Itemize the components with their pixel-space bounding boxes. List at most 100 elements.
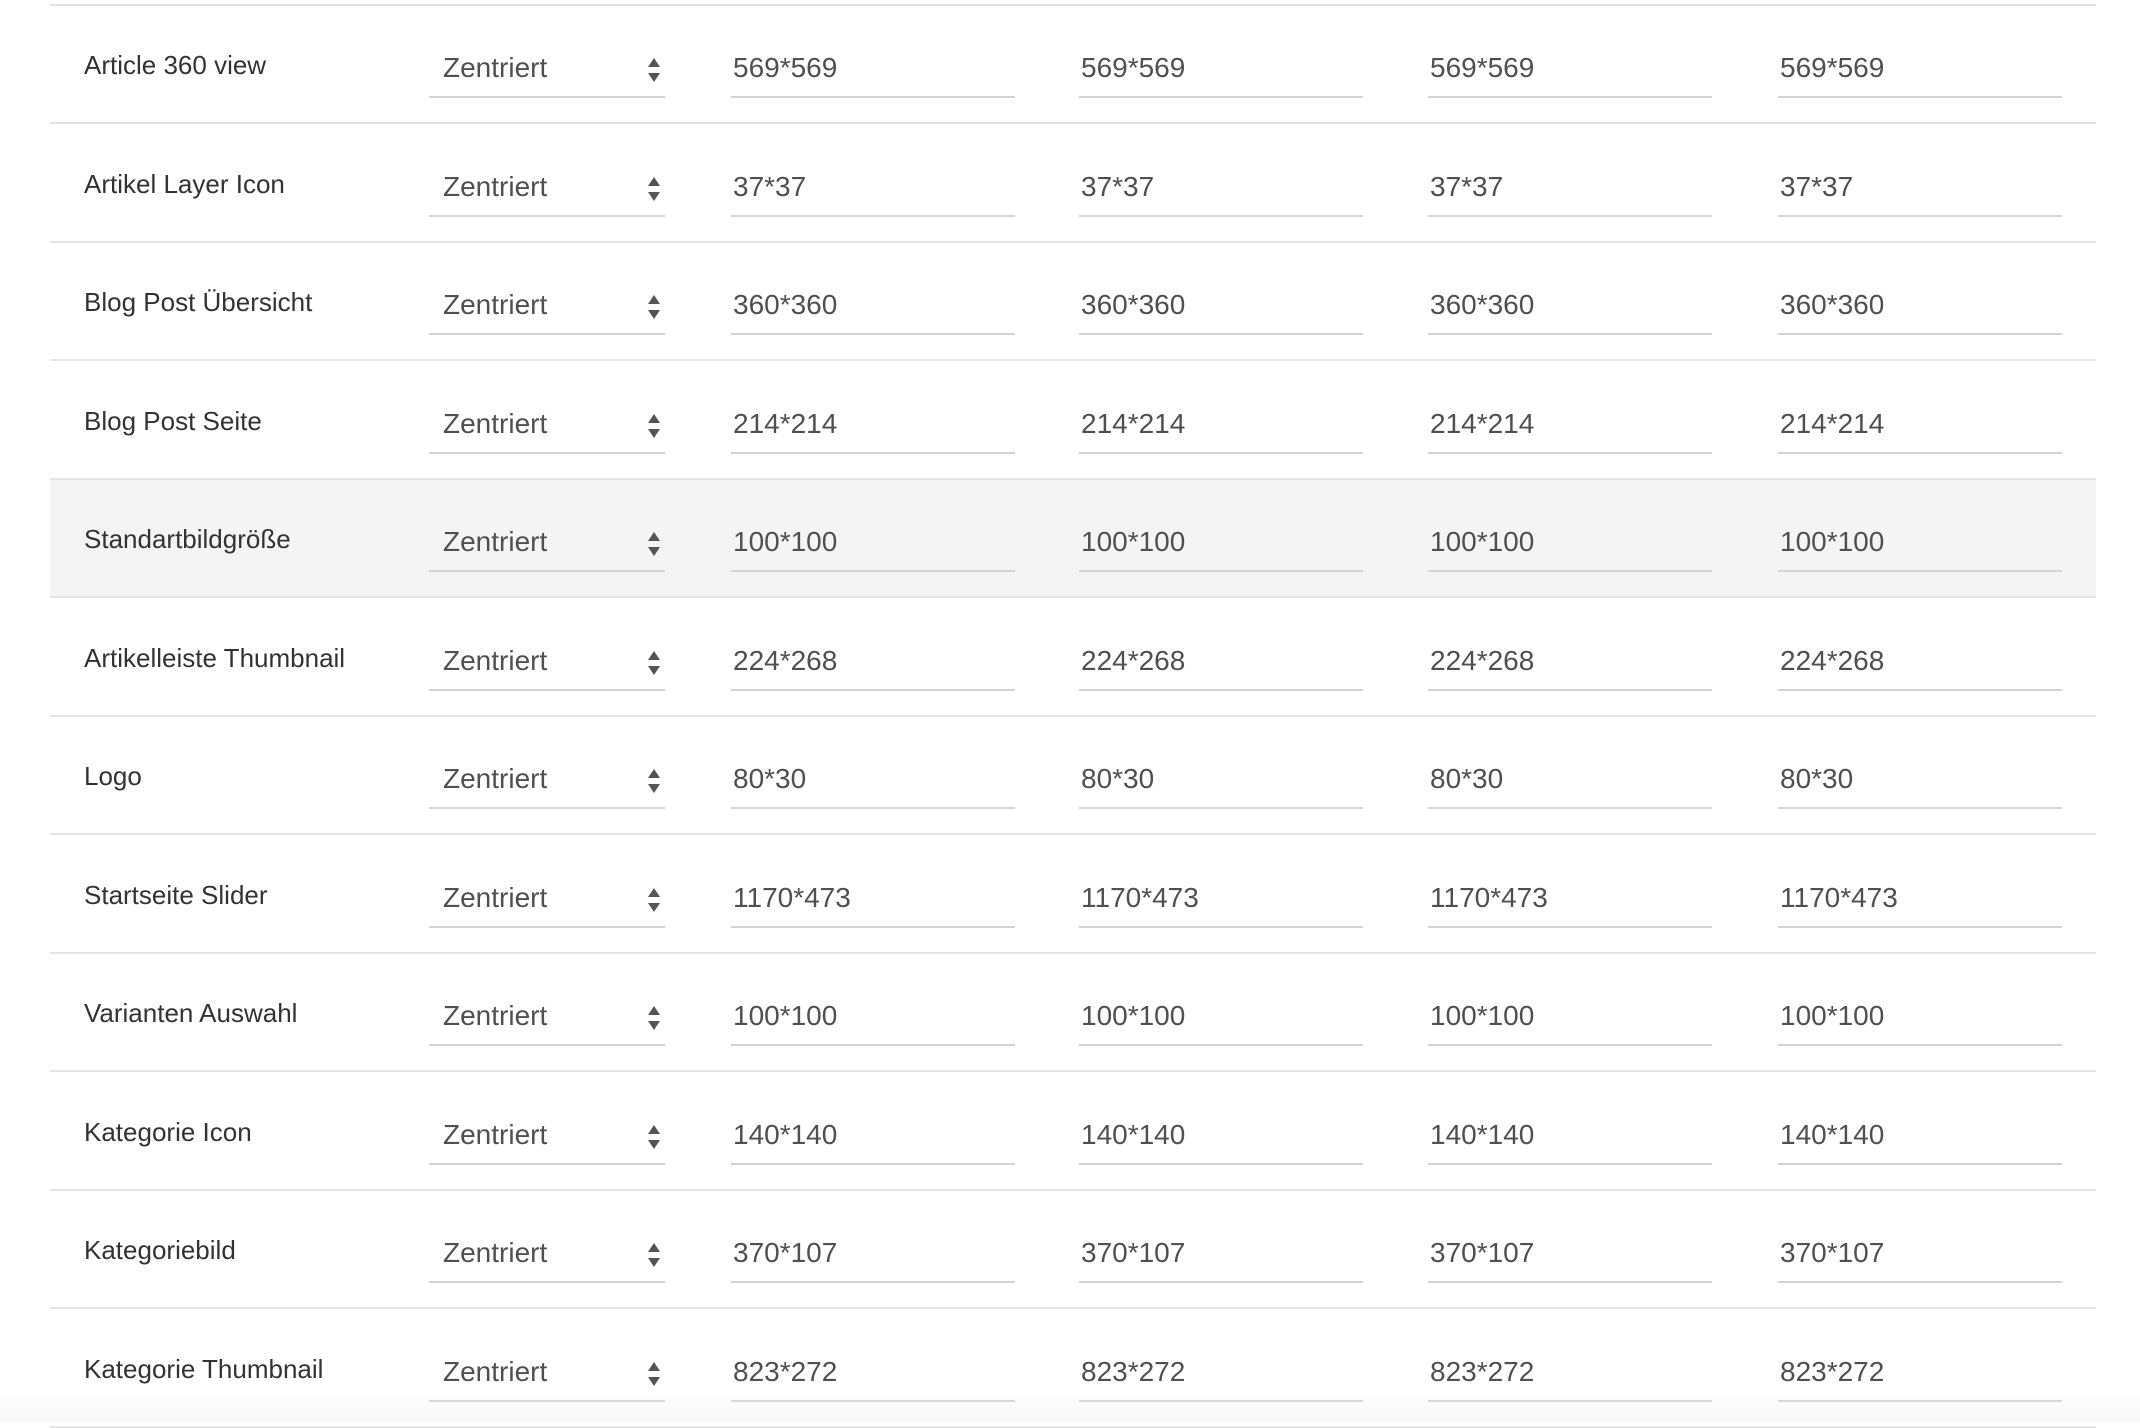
size-input[interactable]: 823*272 [1778,1344,2062,1402]
size-input[interactable]: 100*100 [1079,514,1363,572]
size-input-value: 80*30 [1780,763,1854,794]
size-input[interactable]: 1170*473 [1079,870,1363,928]
sort-arrows-icon [647,1123,661,1151]
size-input[interactable]: 100*100 [1079,988,1363,1046]
size-input-value: 1170*473 [1081,881,1199,913]
size-input-value: 80*30 [733,763,807,794]
sort-arrows-icon [647,293,661,321]
size-input[interactable]: 370*107 [1428,1225,1712,1283]
size-input-value: 100*100 [733,1000,838,1031]
alignment-select-value: Zentriert [443,1355,548,1387]
size-input[interactable]: 360*360 [1079,277,1363,335]
size-input-value: 360*360 [733,289,838,320]
size-input[interactable]: 370*107 [731,1225,1015,1283]
size-input[interactable]: 569*569 [1778,40,2062,98]
table-row: Article 360 view Zentriert 569*569 569*569 5… [50,6,2096,124]
size-input-value: 37*37 [1430,170,1504,202]
size-input[interactable]: 140*140 [1778,1107,2062,1165]
size-input[interactable]: 214*214 [1778,396,2062,454]
alignment-select[interactable]: Zentriert [429,1225,665,1283]
size-input-value: 100*100 [1780,1000,1885,1031]
size-input[interactable]: 823*272 [1079,1344,1363,1402]
size-input-value: 37*37 [1081,170,1155,202]
alignment-select-value: Zentriert [443,289,548,320]
size-input[interactable]: 823*272 [731,1344,1015,1402]
size-input-value: 100*100 [1081,1000,1186,1031]
size-input[interactable]: 80*30 [731,751,1015,809]
row-label: Standartbildgröße [84,524,291,554]
size-input[interactable]: 100*100 [731,514,1015,572]
size-input[interactable]: 370*107 [1079,1225,1363,1283]
size-input-value: 823*272 [1430,1355,1535,1387]
size-input[interactable]: 100*100 [1428,514,1712,572]
table-row: Startseite Slider Zentriert 1170*473 1170*4… [50,836,2096,954]
size-input[interactable]: 80*30 [1778,751,2062,809]
size-input[interactable]: 224*268 [731,633,1015,691]
size-input[interactable]: 569*569 [1428,40,1712,98]
size-input[interactable]: 80*30 [1428,751,1712,809]
size-input-value: 100*100 [1780,526,1885,557]
size-input[interactable]: 37*37 [731,159,1015,217]
size-input[interactable]: 37*37 [1079,159,1363,217]
size-input[interactable]: 37*37 [1428,159,1712,217]
size-input-value: 140*140 [1430,1118,1535,1150]
size-input[interactable]: 370*107 [1778,1225,2062,1283]
size-input-value: 360*360 [1780,289,1885,320]
row-label: Blog Post Übersicht [84,287,313,317]
size-input-value: 370*107 [733,1237,838,1268]
size-input[interactable]: 100*100 [1778,988,2062,1046]
size-input[interactable]: 140*140 [1079,1107,1363,1165]
size-input-value: 569*569 [1081,52,1186,83]
size-input[interactable]: 140*140 [731,1107,1015,1165]
alignment-select[interactable]: Zentriert [429,277,665,335]
size-input[interactable]: 569*569 [1079,40,1363,98]
alignment-select[interactable]: Zentriert [429,40,665,98]
size-input[interactable]: 214*214 [1428,396,1712,454]
size-input[interactable]: 80*30 [1079,751,1363,809]
alignment-select-value: Zentriert [443,170,548,202]
size-input-value: 37*37 [1780,170,1854,202]
sort-arrows-icon [647,1360,661,1388]
size-input-value: 140*140 [733,1118,838,1150]
table-row: Artikelleiste Thumbnail Zentriert 224*268 2… [50,599,2096,717]
alignment-select[interactable]: Zentriert [429,633,665,691]
size-input[interactable]: 1170*473 [1428,870,1712,928]
size-input[interactable]: 214*214 [1079,396,1363,454]
table-row: Varianten Auswahl Zentriert 100*100 100*100… [50,954,2096,1072]
row-label: Blog Post Seite [84,405,262,436]
size-input[interactable]: 37*37 [1778,159,2062,217]
size-input-value: 370*107 [1780,1237,1885,1268]
sort-arrows-icon [647,175,661,203]
alignment-select[interactable]: Zentriert [429,1107,665,1165]
size-input[interactable]: 360*360 [1428,277,1712,335]
alignment-select[interactable]: Zentriert [429,751,665,809]
size-input[interactable]: 100*100 [1428,988,1712,1046]
size-input[interactable]: 1170*473 [731,870,1015,928]
size-input-value: 1170*473 [733,881,851,913]
alignment-select[interactable]: Zentriert [429,870,665,928]
size-input[interactable]: 140*140 [1428,1107,1712,1165]
size-input[interactable]: 569*569 [731,40,1015,98]
alignment-select[interactable]: Zentriert [429,1344,665,1402]
size-input[interactable]: 224*268 [1079,633,1363,691]
table-row: Artikel Layer Icon Zentriert 37*37 37*37 37*… [50,125,2096,243]
alignment-select[interactable]: Zentriert [429,988,665,1046]
alignment-select-value: Zentriert [443,526,548,557]
size-input[interactable]: 1170*473 [1778,870,2062,928]
size-input[interactable]: 360*360 [1778,277,2062,335]
table-row: Blog Post Seite Zentriert 214*214 214*214 21… [50,362,2096,480]
row-label: Logo [84,761,142,791]
alignment-select[interactable]: Zentriert [429,396,665,454]
size-input-value: 569*569 [733,52,838,83]
alignment-select[interactable]: Zentriert [429,514,665,572]
size-input[interactable]: 224*268 [1428,633,1712,691]
size-input[interactable]: 224*268 [1778,633,2062,691]
size-input[interactable]: 360*360 [731,277,1015,335]
size-input[interactable]: 100*100 [731,988,1015,1046]
size-input[interactable]: 214*214 [731,396,1015,454]
size-input[interactable]: 100*100 [1778,514,2062,572]
size-input-value: 224*268 [1780,644,1885,676]
alignment-select[interactable]: Zentriert [429,159,665,217]
size-input[interactable]: 823*272 [1428,1344,1712,1402]
table-row: Kategorie Thumbnail Zentriert 823*272 823*2… [50,1310,2096,1428]
